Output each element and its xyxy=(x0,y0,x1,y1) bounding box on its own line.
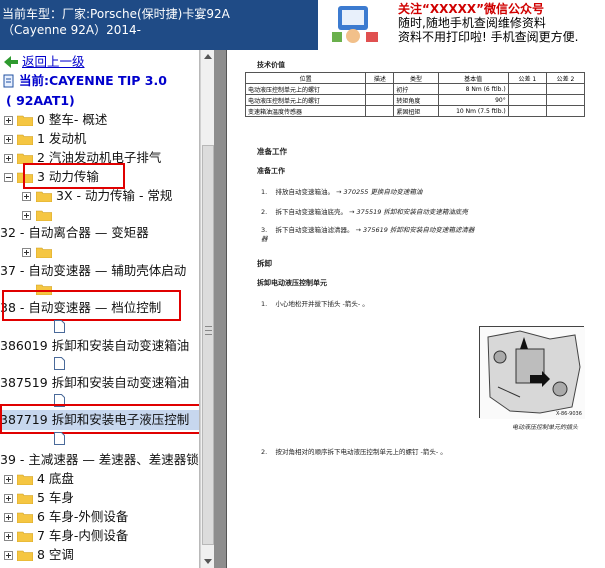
svg-text:X-86-9036: X-86-9036 xyxy=(556,411,582,417)
grip-icon xyxy=(205,326,212,335)
prep-step-3-cont: 器 xyxy=(261,235,268,243)
folder-icon xyxy=(17,134,33,145)
tree-doc-icon-row[interactable] xyxy=(0,317,199,337)
tree-item-folder[interactable] xyxy=(0,242,199,262)
ad-text: 关注“XXXXX”微信公众号 随时,随地手机查阅维修资料 资料不用打印啦! 手机… xyxy=(398,2,578,44)
expand-plus-icon[interactable] xyxy=(4,532,13,541)
expand-plus-icon[interactable] xyxy=(4,551,13,560)
prep-step-2: 2. 拆下自动变速箱油底壳。 → 375519 拆卸和安装自动变速箱油底壳 xyxy=(261,208,468,216)
current-node-title: 当前:CAYENNE TIP 3.0 xyxy=(19,73,167,88)
ad-banner: 关注“XXXXX”微信公众号 随时,随地手机查阅维修资料 资料不用打印啦! 手机… xyxy=(318,0,605,50)
document-icon xyxy=(54,357,65,370)
tree-doc-icon-row[interactable] xyxy=(0,354,199,374)
table-row: 电动液压控制单元上的螺钉 初拧 8 Nm (6 ftlb.) xyxy=(244,83,586,95)
prep-subtitle: 准备工作 xyxy=(257,167,285,175)
tree-item-32[interactable]: 32 - 自动离合器 — 变矩器 xyxy=(0,223,199,243)
expand-plus-icon[interactable] xyxy=(22,248,31,257)
document-icon xyxy=(54,320,65,333)
folder-icon xyxy=(17,474,33,485)
scroll-thumb[interactable] xyxy=(202,145,214,545)
figure-caption: 电动液压控制单元的插头 xyxy=(512,424,579,431)
tree-item-1[interactable]: 1 发动机 xyxy=(0,129,199,149)
tech-values-title: 技术价值 xyxy=(257,61,285,69)
navigation-tree: 返回上一级 当前:CAYENNE TIP 3.0 ( 92AAT1) 0 整车-… xyxy=(0,50,200,568)
tree-item-386019[interactable]: 386019 拆卸和安装自动变速箱油 xyxy=(0,336,199,356)
arrow-up-icon xyxy=(204,54,212,59)
expand-plus-icon[interactable] xyxy=(4,135,13,144)
tree-item-6[interactable]: 6 车身-外侧设备 xyxy=(0,507,199,527)
tree-item-37[interactable]: 37 - 自动变速器 — 辅助壳体启动 xyxy=(0,261,199,281)
folder-icon xyxy=(17,493,33,504)
tree-item-4[interactable]: 4 底盘 xyxy=(0,469,199,489)
folder-icon xyxy=(17,512,33,523)
ad-line-2: 资料不用打印啦! 手机查阅更方便. xyxy=(398,30,579,44)
expand-plus-icon[interactable] xyxy=(4,154,13,163)
prep-step-1-link[interactable]: → 370255 更换自动变速箱油 xyxy=(334,188,422,196)
folder-icon xyxy=(36,191,52,202)
vehicle-model-line: 当前车型：厂家:Porsche(保时捷)卡宴92A xyxy=(2,7,230,21)
document-page: 技术价值 位置 描述 类型 基本值 公差 1 公差 2 电动液压控制单元上的螺钉… xyxy=(226,50,605,568)
tree-item-5[interactable]: 5 车身 xyxy=(0,488,199,508)
top-header: 当前车型：厂家:Porsche(保时捷)卡宴92A （Cayenne 92A）2… xyxy=(0,0,605,50)
prep-step-1: 1. 排放自动变速箱油。 → 370255 更换自动变速箱油 xyxy=(261,188,423,196)
vehicle-info-bar: 当前车型：厂家:Porsche(保时捷)卡宴92A （Cayenne 92A）2… xyxy=(0,0,318,50)
expand-plus-icon[interactable] xyxy=(4,513,13,522)
prep-step-3-link[interactable]: → 375619 拆卸和安装自动变速箱滤清器 xyxy=(353,226,475,234)
scroll-down-button[interactable] xyxy=(201,554,215,568)
back-link-label: 返回上一级 xyxy=(22,54,85,69)
prep-title: 准备工作 xyxy=(257,147,287,156)
expand-plus-icon[interactable] xyxy=(4,475,13,484)
scroll-up-button[interactable] xyxy=(201,50,215,64)
remove-subtitle: 拆卸电动液压控制单元 xyxy=(257,279,327,287)
tree-item-0[interactable]: 0 整车- 概述 xyxy=(0,110,199,130)
table-row: 变速箱油温度传感器 紧固扭矩 10 Nm (7.5 ftlb.) xyxy=(244,105,586,117)
table-header-row: 位置 描述 类型 基本值 公差 1 公差 2 xyxy=(244,72,586,84)
folder-icon xyxy=(36,247,52,258)
current-node: 当前:CAYENNE TIP 3.0 xyxy=(0,71,199,91)
ad-line-0: 关注“XXXXX”微信公众号 xyxy=(398,2,545,16)
document-icon xyxy=(54,432,65,445)
collapse-minus-icon[interactable] xyxy=(4,173,13,182)
folder-icon xyxy=(17,550,33,561)
mascot-logo-icon xyxy=(324,2,386,46)
tree-item-3x[interactable]: 3X - 动力传输 - 常规 xyxy=(0,186,199,206)
arrow-down-icon xyxy=(204,559,212,564)
ad-line-1: 随时,随地手机查阅维修资料 xyxy=(398,16,546,30)
folder-icon xyxy=(36,210,52,221)
vehicle-year-line: （Cayenne 92A）2014- xyxy=(2,23,141,37)
current-doc-icon xyxy=(3,74,14,88)
remove-step-1: 1. 小心地松开并拔下插头 -箭头- 。 xyxy=(261,300,369,308)
prep-step-2-link[interactable]: → 375519 拆卸和安装自动变速箱油底壳 xyxy=(347,208,468,216)
current-node-code: ( 92AAT1) xyxy=(6,93,75,108)
expand-plus-icon[interactable] xyxy=(4,116,13,125)
folder-icon xyxy=(17,531,33,542)
spec-table: 位置 描述 类型 基本值 公差 1 公差 2 电动液压控制单元上的螺钉 初拧 8… xyxy=(244,72,586,117)
remove-step-2: 2. 按对角相对的顺序拆下电动液压控制单元上的螺钉 -箭头- 。 xyxy=(261,448,447,456)
tree-doc-icon-row[interactable] xyxy=(0,429,199,449)
tree-item-387519[interactable]: 387519 拆卸和安装自动变速箱油 xyxy=(0,373,199,393)
tree-item-7[interactable]: 7 车身-内侧设备 xyxy=(0,526,199,546)
expand-plus-icon[interactable] xyxy=(4,494,13,503)
tree-item-8[interactable]: 8 空调 xyxy=(0,545,199,565)
prep-step-3: 3. 拆下自动变速箱油滤清器。 → 375619 拆卸和安装自动变速箱滤清器 xyxy=(261,226,475,234)
connector-figure: X-86-9036 xyxy=(479,326,585,419)
tree-scrollbar[interactable] xyxy=(200,50,215,568)
table-row: 电动液压控制单元上的螺钉 转矩角度 90° xyxy=(244,94,586,106)
tree-item-folder[interactable] xyxy=(0,205,199,225)
expand-plus-icon[interactable] xyxy=(22,211,31,220)
folder-icon xyxy=(17,115,33,126)
back-arrow-icon xyxy=(4,56,18,68)
ehc-unit-illustration-icon: X-86-9036 xyxy=(480,327,585,419)
document-viewer[interactable]: 技术价值 位置 描述 类型 基本值 公差 1 公差 2 电动液压控制单元上的螺钉… xyxy=(214,50,605,568)
remove-title: 拆卸 xyxy=(257,259,272,268)
tree-item-39[interactable]: 39 - 主减速器 — 差速器、差速器锁 xyxy=(0,450,199,470)
back-link[interactable]: 返回上一级 xyxy=(0,52,199,72)
expand-plus-icon[interactable] xyxy=(22,192,31,201)
